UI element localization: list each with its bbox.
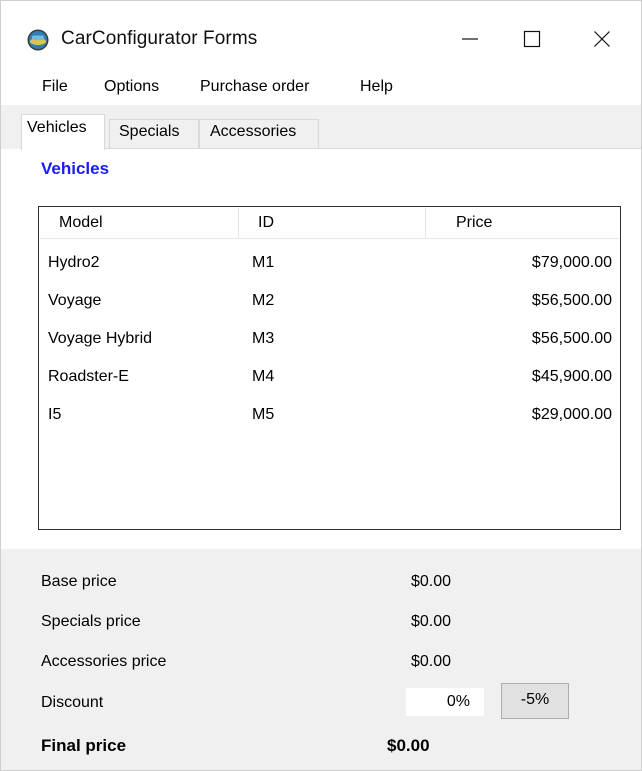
list-item[interactable]: Hydro2 M1 $79,000.00 — [40, 245, 619, 283]
menu-purchase-order[interactable]: Purchase order — [200, 78, 309, 96]
accessories-price-value: $0.00 — [411, 653, 452, 670]
list-item[interactable]: I5 M5 $29,000.00 — [40, 397, 619, 435]
close-button[interactable] — [579, 19, 625, 59]
list-item[interactable]: Voyage Hybrid M3 $56,500.00 — [40, 321, 619, 359]
cell-id: M2 — [252, 292, 275, 309]
discount-field[interactable]: 0% — [406, 688, 484, 716]
list-header: Model ID Price — [40, 208, 619, 239]
cell-price: $45,900.00 — [531, 368, 612, 385]
cell-price: $56,500.00 — [531, 292, 612, 309]
section-title: Vehicles — [41, 159, 110, 178]
car-icon — [27, 29, 49, 51]
specials-price-label: Specials price — [41, 613, 141, 630]
cell-model: Voyage Hybrid — [48, 330, 153, 347]
vehicles-list[interactable]: Model ID Price Hydro2 M1 $79,000.00 Voya… — [38, 206, 621, 530]
cell-price: $29,000.00 — [531, 406, 612, 423]
specials-price-value: $0.00 — [411, 613, 452, 630]
list-item[interactable]: Roadster-E M4 $45,900.00 — [40, 359, 619, 397]
cell-id: M1 — [252, 254, 275, 271]
cell-model: Voyage — [48, 292, 102, 309]
cell-id: M3 — [252, 330, 275, 347]
cell-model: Hydro2 — [48, 254, 100, 271]
cell-model: I5 — [48, 406, 62, 423]
final-price-value: $0.00 — [387, 736, 430, 755]
close-icon — [594, 31, 610, 47]
cell-model: Roadster-E — [48, 368, 129, 385]
final-price-label: Final price — [41, 736, 127, 755]
cell-price: $56,500.00 — [531, 330, 612, 347]
minimize-button[interactable] — [447, 19, 493, 59]
column-header-price[interactable]: Price — [426, 208, 619, 238]
tab-accessories[interactable]: Accessories — [199, 119, 319, 149]
cell-id: M5 — [252, 406, 275, 423]
discount-5-button[interactable]: -5% — [501, 683, 569, 719]
menu-help[interactable]: Help — [360, 78, 393, 96]
cell-price: $79,000.00 — [531, 254, 612, 271]
window-title: CarConfigurator Forms — [61, 28, 258, 49]
tab-specials[interactable]: Specials — [109, 119, 199, 149]
menu-options[interactable]: Options — [104, 78, 159, 96]
column-header-id[interactable]: ID — [239, 208, 426, 238]
maximize-icon — [523, 30, 541, 48]
list-item[interactable]: Voyage M2 $56,500.00 — [40, 283, 619, 321]
discount-label: Discount — [41, 694, 104, 711]
accessories-price-label: Accessories price — [41, 653, 167, 670]
title-bar: CarConfigurator Forms — [1, 1, 641, 71]
cell-id: M4 — [252, 368, 275, 385]
tab-vehicles[interactable]: Vehicles — [21, 114, 105, 150]
minimize-icon — [462, 38, 478, 40]
maximize-button[interactable] — [509, 19, 555, 59]
base-price-label: Base price — [41, 573, 117, 590]
base-price-value: $0.00 — [411, 573, 452, 590]
app-window: CarConfigurator Forms File Options Purch… — [0, 0, 642, 771]
menu-bar: File Options Purchase order Help — [1, 71, 641, 105]
column-header-model[interactable]: Model — [40, 208, 239, 238]
menu-file[interactable]: File — [42, 78, 68, 96]
